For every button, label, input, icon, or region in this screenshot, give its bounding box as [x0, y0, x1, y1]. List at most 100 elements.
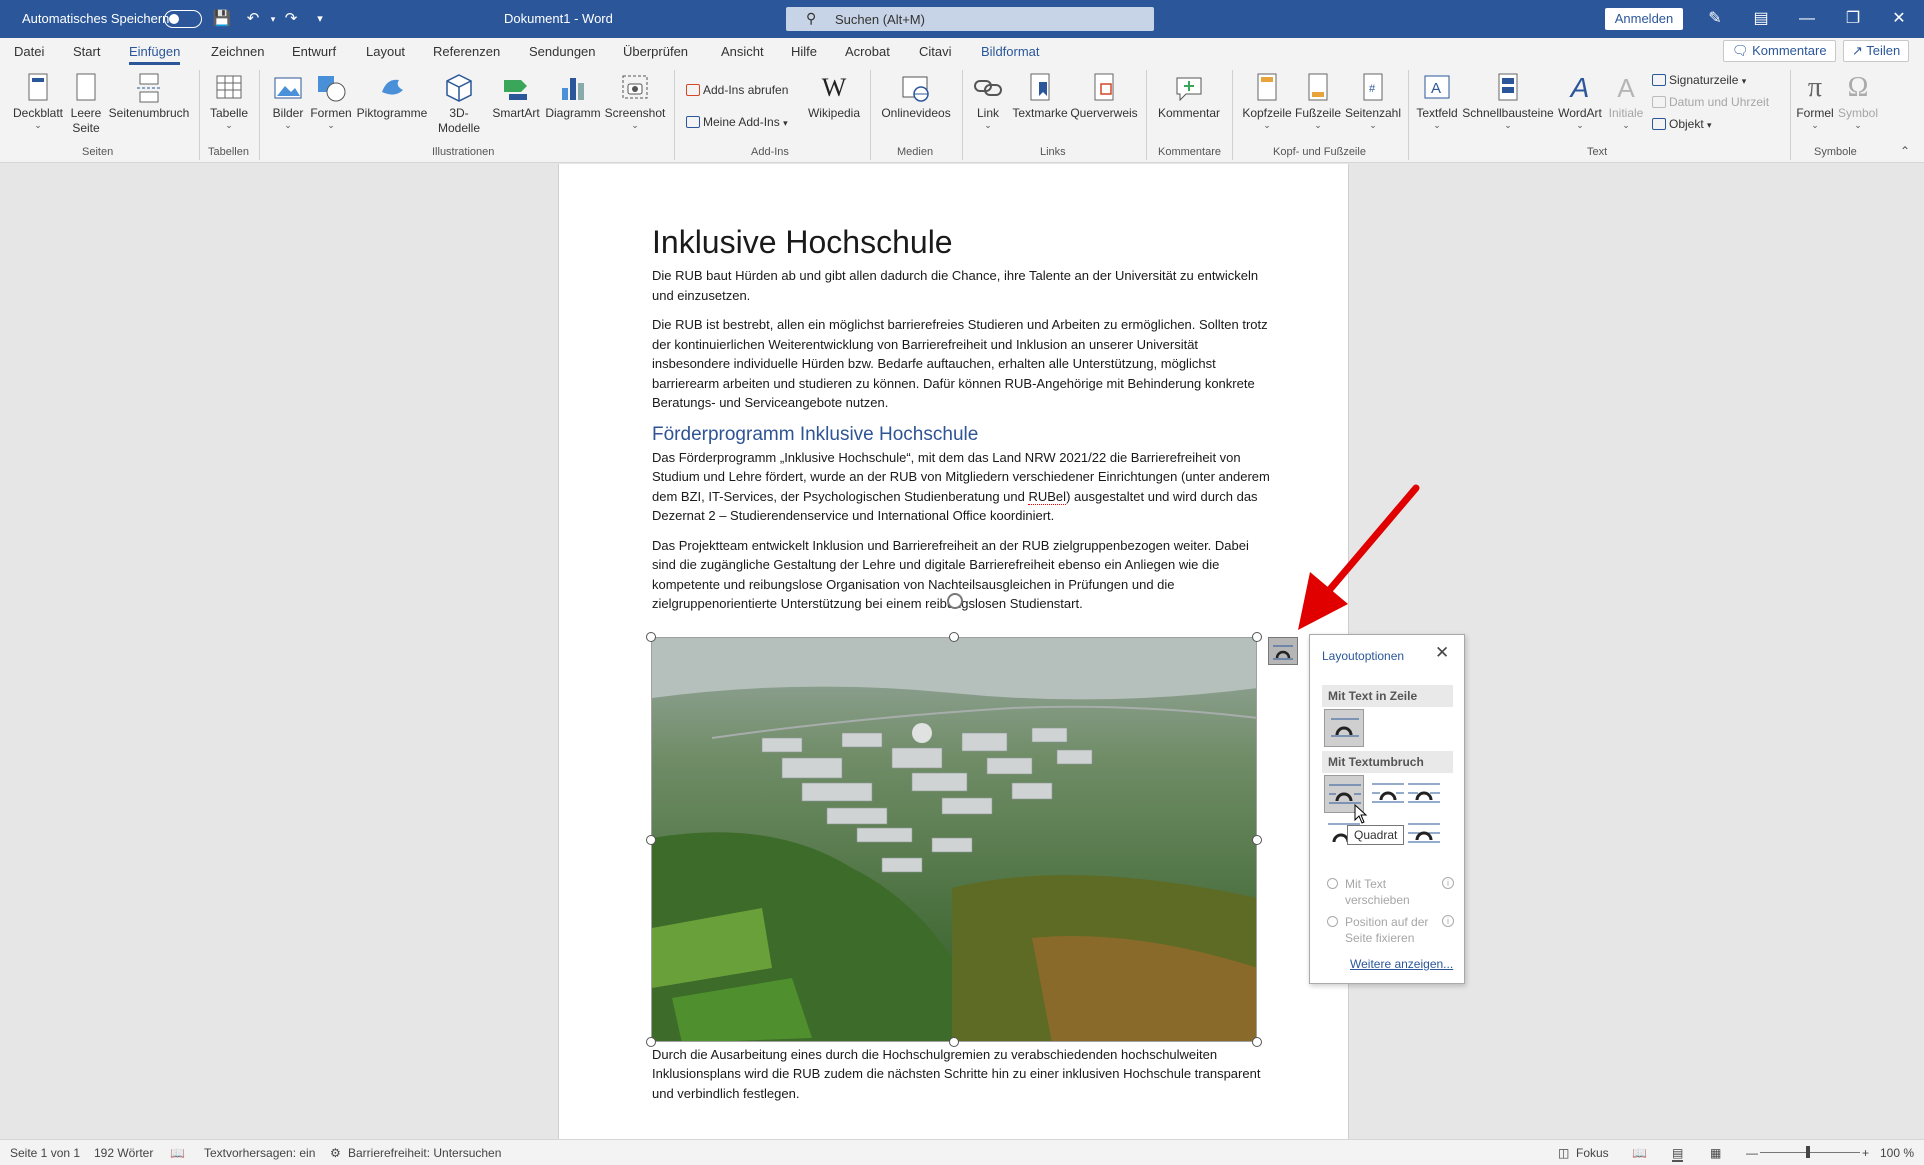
textbox-button[interactable]: A Textfeld ⌄: [1414, 72, 1460, 130]
chart-button[interactable]: Diagramm: [544, 72, 602, 121]
wordart-button[interactable]: A WordArt ⌄: [1556, 72, 1604, 130]
close-icon[interactable]: ✕: [1876, 0, 1922, 38]
shapes-button[interactable]: Formen ⌄: [310, 72, 352, 130]
proofing-icon[interactable]: 📖: [170, 1146, 185, 1160]
online-videos-button[interactable]: Onlinevideos: [878, 72, 954, 121]
tab-layout[interactable]: Layout: [366, 44, 405, 59]
tab-ansicht[interactable]: Ansicht: [721, 44, 764, 59]
signature-line-button[interactable]: Signaturzeile ▾: [1652, 72, 1746, 89]
link-button[interactable]: Link ⌄: [970, 72, 1006, 130]
fix-position-radio[interactable]: [1327, 916, 1338, 927]
web-layout-icon[interactable]: ▦: [1710, 1146, 1721, 1160]
tab-bildformat[interactable]: Bildformat: [981, 44, 1040, 59]
paragraph[interactable]: Durch die Ausarbeitung eines durch die H…: [652, 1045, 1272, 1104]
tab-datei[interactable]: Datei: [14, 44, 44, 59]
symbol-button[interactable]: Ω Symbol ⌄: [1836, 72, 1880, 130]
info-icon[interactable]: i: [1442, 915, 1454, 927]
resize-handle-nw[interactable]: [646, 632, 656, 642]
my-addins-button[interactable]: Meine Add-Ins ▾: [686, 114, 788, 131]
comments-button[interactable]: 🗨 Kommentare: [1723, 40, 1836, 62]
footer-button[interactable]: Fußzeile ⌄: [1294, 72, 1342, 130]
rotate-handle[interactable]: [947, 593, 963, 609]
resize-handle-w[interactable]: [646, 835, 656, 845]
move-with-text-radio[interactable]: [1327, 878, 1338, 889]
blank-page-button[interactable]: Leere Seite: [68, 72, 104, 136]
wikipedia-button[interactable]: W Wikipedia: [806, 72, 862, 121]
layout-tight[interactable]: [1368, 775, 1408, 813]
tab-ueberpruefen[interactable]: Überprüfen: [623, 44, 688, 59]
tab-citavi[interactable]: Citavi: [919, 44, 952, 59]
word-count[interactable]: 192 Wörter: [94, 1146, 153, 1160]
pictures-button[interactable]: Bilder ⌄: [268, 72, 308, 130]
customize-toolbar-icon[interactable]: ▾: [309, 8, 331, 30]
3d-models-button[interactable]: 3D- Modelle: [432, 72, 486, 136]
cross-reference-button[interactable]: Querverweis: [1070, 72, 1138, 121]
icons-button[interactable]: Piktogramme: [356, 72, 428, 121]
screenshot-button[interactable]: Screenshot ⌄: [604, 72, 666, 130]
zoom-level[interactable]: 100 %: [1880, 1146, 1914, 1160]
paragraph[interactable]: Die RUB baut Hürden ab und gibt allen da…: [652, 266, 1272, 305]
tab-einfuegen[interactable]: Einfügen: [129, 44, 181, 65]
tab-zeichnen[interactable]: Zeichnen: [211, 44, 264, 59]
cover-page-button[interactable]: Deckblatt ⌄: [10, 72, 66, 130]
pen-icon[interactable]: ✎: [1692, 0, 1738, 38]
smartart-button[interactable]: SmartArt: [490, 72, 542, 121]
tab-referenzen[interactable]: Referenzen: [433, 44, 500, 59]
zoom-in-icon[interactable]: +: [1862, 1146, 1869, 1160]
layout-through[interactable]: [1404, 775, 1444, 813]
document-title-heading[interactable]: Inklusive Hochschule: [652, 224, 1272, 260]
header-button[interactable]: Kopfzeile ⌄: [1240, 72, 1294, 130]
redo-icon[interactable]: ↷: [280, 8, 302, 30]
layout-in-front-of-text[interactable]: [1404, 815, 1444, 853]
date-time-button[interactable]: Datum und Uhrzeit: [1652, 94, 1769, 110]
restore-icon[interactable]: ❐: [1830, 0, 1876, 38]
undo-icon[interactable]: ↶: [242, 8, 264, 30]
search-box[interactable]: ⚲ Suchen (Alt+M): [786, 7, 1154, 31]
collapse-ribbon-icon[interactable]: ⌃: [1900, 144, 1910, 158]
page-number-button[interactable]: # Seitenzahl ⌄: [1344, 72, 1402, 130]
read-mode-icon[interactable]: 📖: [1632, 1146, 1647, 1160]
tab-hilfe[interactable]: Hilfe: [791, 44, 817, 59]
layout-options-button[interactable]: [1268, 637, 1298, 665]
resize-handle-n[interactable]: [949, 632, 959, 642]
autosave-toggle[interactable]: [164, 10, 202, 28]
paragraph[interactable]: Die RUB ist bestrebt, allen ein möglichs…: [652, 315, 1272, 413]
get-addins-button[interactable]: Add-Ins abrufen: [686, 82, 788, 98]
campus-aerial-image[interactable]: [651, 637, 1257, 1042]
spelling-error[interactable]: RUBel: [1028, 488, 1067, 505]
focus-label[interactable]: Fokus: [1576, 1146, 1609, 1160]
paragraph[interactable]: Das Förderprogramm „Inklusive Hochschule…: [652, 448, 1272, 526]
text-predictions[interactable]: Textvorhersagen: ein: [204, 1146, 315, 1160]
save-icon[interactable]: 💾: [211, 8, 233, 30]
resize-handle-e[interactable]: [1252, 835, 1262, 845]
page-break-button[interactable]: Seitenumbruch: [108, 72, 190, 121]
zoom-out-icon[interactable]: —: [1746, 1146, 1758, 1160]
minimize-icon[interactable]: —: [1784, 0, 1830, 38]
see-more-link[interactable]: Weitere anzeigen...: [1350, 957, 1453, 971]
accessibility-icon[interactable]: ⚙: [330, 1146, 341, 1160]
tab-sendungen[interactable]: Sendungen: [529, 44, 596, 59]
equation-button[interactable]: π Formel ⌄: [1796, 72, 1834, 130]
ribbon-display-icon[interactable]: ▤: [1738, 0, 1784, 38]
tab-start[interactable]: Start: [73, 44, 100, 59]
section-heading[interactable]: Förderprogramm Inklusive Hochschule: [652, 423, 1272, 447]
info-icon[interactable]: i: [1442, 877, 1454, 889]
zoom-slider[interactable]: [1760, 1152, 1860, 1153]
focus-icon[interactable]: ◫: [1558, 1146, 1569, 1160]
tab-acrobat[interactable]: Acrobat: [845, 44, 890, 59]
resize-handle-sw[interactable]: [646, 1037, 656, 1047]
accessibility-status[interactable]: Barrierefreiheit: Untersuchen: [348, 1146, 501, 1160]
layout-inline-with-text[interactable]: [1324, 709, 1364, 747]
print-layout-icon[interactable]: ▤: [1672, 1146, 1684, 1162]
resize-handle-ne[interactable]: [1252, 632, 1262, 642]
close-icon[interactable]: ✕: [1435, 643, 1449, 663]
zoom-slider-thumb[interactable]: [1806, 1146, 1810, 1158]
dropcap-button[interactable]: A Initiale ⌄: [1606, 72, 1646, 130]
tab-entwurf[interactable]: Entwurf: [292, 44, 336, 59]
bookmark-button[interactable]: Textmarke: [1012, 72, 1068, 121]
share-button[interactable]: ↗ Teilen: [1843, 40, 1910, 62]
page-count[interactable]: Seite 1 von 1: [10, 1146, 80, 1160]
table-button[interactable]: Tabelle ⌄: [207, 72, 251, 130]
signin-button[interactable]: Anmelden: [1605, 8, 1683, 30]
resize-handle-s[interactable]: [949, 1037, 959, 1047]
